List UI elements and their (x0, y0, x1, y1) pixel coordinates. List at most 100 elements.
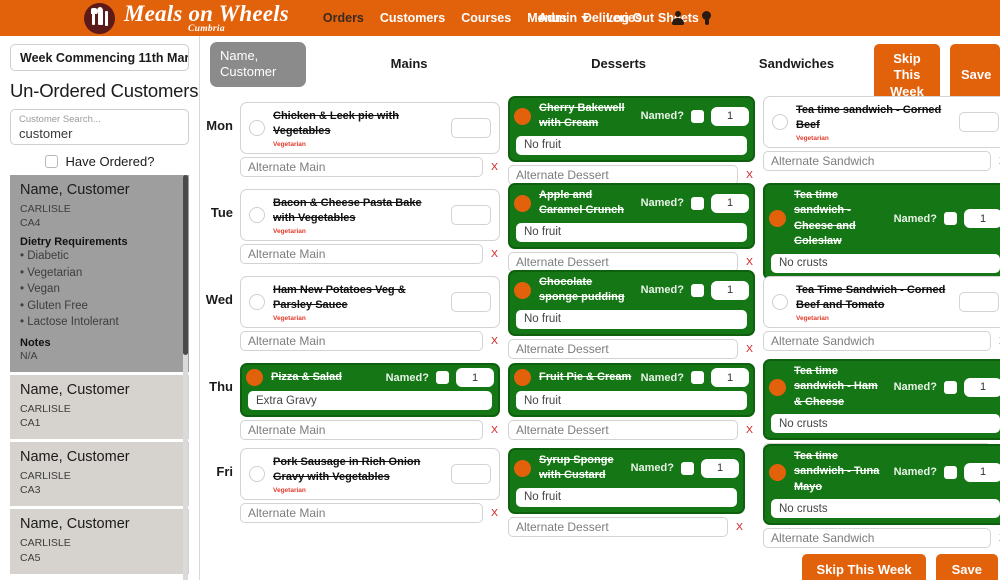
quantity-input[interactable] (959, 292, 999, 313)
meal-card-selected[interactable]: Fruit Pie & Cream Named? 1 No fruit (508, 363, 755, 417)
quantity-input[interactable]: 1 (964, 377, 1000, 397)
select-radio[interactable] (514, 194, 531, 212)
named-checkbox[interactable] (944, 212, 957, 226)
alternate-main-input[interactable]: Alternate Main (240, 330, 483, 351)
week-commencing-select[interactable]: Week Commencing 11th Mar 20 (10, 44, 189, 71)
remove-alternate-button[interactable]: X (491, 507, 500, 519)
select-radio[interactable] (514, 281, 531, 299)
main-cell-tue: Bacon & Cheese Pasta Bake with Vegetable… (240, 175, 500, 264)
customer-search-input[interactable]: Customer Search... customer (10, 109, 189, 145)
admin-menu[interactable]: Admin (538, 11, 590, 25)
alternate-main-input[interactable]: Alternate Main (240, 243, 483, 264)
meal-card-selected[interactable]: Syrup Sponge with Custard Named? 1 No fr… (508, 448, 745, 514)
remove-alternate-button[interactable]: X (491, 335, 500, 347)
alternate-dessert-input[interactable]: Alternate Dessert (508, 516, 728, 537)
quantity-input[interactable]: 1 (456, 368, 494, 387)
alternate-main-input[interactable]: Alternate Main (240, 156, 483, 177)
lightbulb-icon[interactable] (701, 10, 712, 26)
quantity-input[interactable] (451, 464, 491, 485)
quantity-input[interactable]: 1 (711, 193, 749, 213)
meal-note-input[interactable]: Extra Gravy (248, 391, 492, 410)
list-item[interactable]: Name, Customer CARLISLE CA3 (10, 442, 189, 507)
remove-alternate-button[interactable]: X (491, 161, 500, 173)
remove-alternate-button[interactable]: X (491, 424, 500, 436)
meal-card[interactable]: Tea time sandwich - Corned Beef Vegetari… (763, 96, 1000, 148)
named-checkbox[interactable] (436, 371, 449, 384)
named-checkbox[interactable] (944, 380, 957, 394)
list-item[interactable]: Name, Customer CARLISLE CA4 Dietry Requi… (10, 175, 189, 372)
select-radio[interactable] (772, 114, 788, 131)
meal-card-selected[interactable]: Cherry Bakewell with Cream Named? 1 No f… (508, 96, 755, 162)
quantity-input[interactable] (959, 112, 999, 133)
select-radio[interactable] (514, 107, 531, 125)
nav-item-orders[interactable]: Orders (323, 11, 364, 25)
meal-note-input[interactable]: No fruit (516, 391, 747, 410)
have-ordered-checkbox[interactable] (44, 155, 58, 168)
select-radio[interactable] (246, 369, 263, 386)
remove-alternate-button[interactable]: X (736, 521, 745, 533)
quantity-input[interactable]: 1 (701, 458, 739, 478)
meal-card[interactable]: Tea Time Sandwich - Corned Beef and Toma… (763, 276, 1000, 328)
select-radio[interactable] (769, 210, 786, 228)
select-radio[interactable] (249, 466, 265, 483)
meal-card[interactable]: Chicken & Leek pie with Vegetables Veget… (240, 102, 500, 154)
alternate-sandwich-input[interactable]: Alternate Sandwich (763, 528, 991, 549)
quantity-input[interactable] (451, 292, 491, 313)
scrollbar-thumb[interactable] (183, 175, 188, 355)
alternate-sandwich-input[interactable]: Alternate Sandwich (763, 150, 991, 171)
select-radio[interactable] (514, 369, 531, 386)
named-checkbox[interactable] (944, 465, 957, 479)
customer-list-scrollbar[interactable] (183, 175, 188, 580)
list-item[interactable]: Name, Customer CARLISLE CA5 (10, 509, 189, 574)
quantity-input[interactable]: 1 (711, 280, 749, 300)
quantity-input[interactable]: 1 (964, 462, 1000, 482)
nav-item-customers[interactable]: Customers (380, 11, 445, 25)
meal-note-input[interactable]: No fruit (516, 222, 747, 242)
meal-name: Fruit Pie & Cream (539, 370, 632, 383)
named-checkbox[interactable] (691, 283, 704, 297)
select-radio[interactable] (772, 294, 788, 311)
meal-note-input[interactable]: No crusts (771, 414, 1000, 434)
meal-card-selected[interactable]: Tea time sandwich - Tuna Mayo Named? 1 N… (763, 444, 1000, 526)
remove-alternate-button[interactable]: X (746, 424, 755, 436)
meal-note-input[interactable]: No crusts (771, 499, 1000, 519)
meal-card-selected[interactable]: Apple and Caramel Crunch Named? 1 No fru… (508, 183, 755, 249)
meal-card-selected[interactable]: Pizza & Salad Named? 1 Extra Gravy (240, 363, 500, 417)
select-radio[interactable] (769, 378, 786, 396)
meal-card[interactable]: Bacon & Cheese Pasta Bake with Vegetable… (240, 189, 500, 241)
alternate-main-input[interactable]: Alternate Main (240, 502, 483, 523)
named-checkbox[interactable] (681, 461, 694, 475)
nav-item-courses[interactable]: Courses (461, 11, 511, 25)
remove-alternate-button[interactable]: X (491, 248, 500, 260)
logout-button[interactable]: Log Out (606, 11, 654, 25)
named-checkbox[interactable] (691, 371, 704, 384)
meal-card[interactable]: Ham New Potatoes Veg & Parsley Sauce Veg… (240, 276, 500, 328)
quantity-input[interactable]: 1 (711, 368, 749, 387)
select-radio[interactable] (769, 463, 786, 481)
meal-note-input[interactable]: No fruit (516, 309, 747, 329)
named-checkbox[interactable] (691, 196, 704, 210)
meal-card[interactable]: Pork Sausage in Rich Onion Gravy with Ve… (240, 448, 500, 500)
skip-this-week-button-bottom[interactable]: Skip This Week (802, 554, 926, 580)
named-checkbox[interactable] (691, 109, 704, 123)
quantity-input[interactable]: 1 (964, 209, 1000, 229)
save-button-bottom[interactable]: Save (935, 554, 998, 580)
select-radio[interactable] (249, 120, 265, 137)
quantity-input[interactable] (451, 205, 491, 226)
person-icon[interactable] (671, 11, 684, 25)
meal-card-selected[interactable]: Chocolate sponge pudding Named? 1 No fru… (508, 270, 755, 336)
list-item[interactable]: Name, Customer CARLISLE CA1 (10, 374, 189, 440)
selected-customer-chip[interactable]: Name, Customer (210, 42, 306, 87)
select-radio[interactable] (249, 294, 265, 311)
meal-note-input[interactable]: No fruit (516, 487, 737, 507)
alternate-sandwich-input[interactable]: Alternate Sandwich (763, 330, 991, 351)
select-radio[interactable] (514, 459, 531, 477)
meal-name: Tea time sandwich - Cheese and Coleslaw (794, 189, 856, 248)
meal-note-input[interactable]: No fruit (516, 135, 747, 155)
meal-card-selected[interactable]: Tea time sandwich - Ham & Cheese Named? … (763, 359, 1000, 441)
vegetarian-tag: Vegetarian (796, 134, 829, 142)
select-radio[interactable] (249, 207, 265, 224)
brand[interactable]: Meals on Wheels Cumbria (84, 2, 289, 35)
quantity-input[interactable]: 1 (711, 106, 749, 126)
quantity-input[interactable] (451, 118, 491, 139)
